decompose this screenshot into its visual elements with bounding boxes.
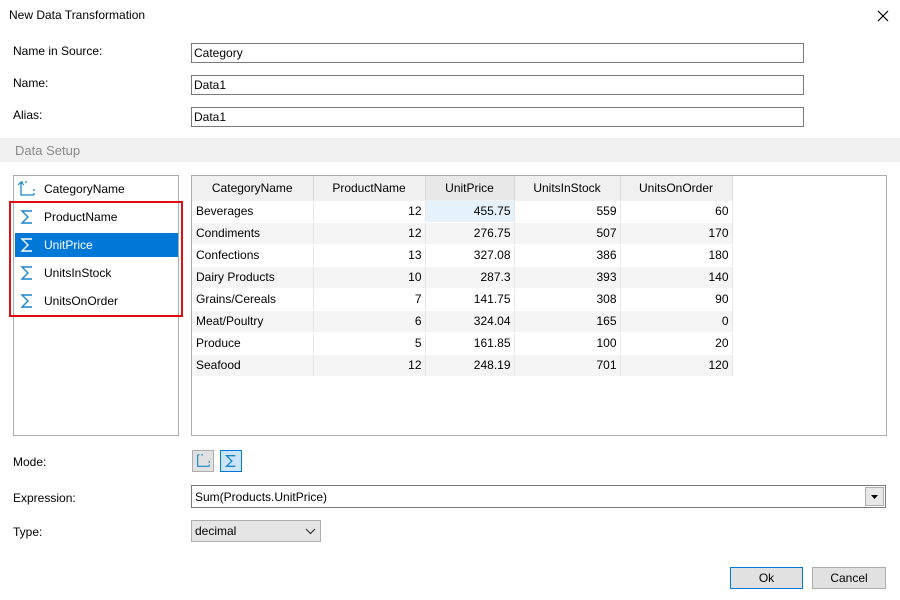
grid-cell[interactable]: 165 xyxy=(514,310,621,333)
grid-cell[interactable]: 20 xyxy=(620,332,733,355)
dimension-icon xyxy=(18,181,35,196)
table-row[interactable]: Produce 5 161.85 100 20 xyxy=(192,332,733,355)
table-row[interactable]: Seafood 12 248.19 701 120 xyxy=(192,354,733,377)
table-row[interactable]: Beverages 12 455.75 559 60 xyxy=(192,200,733,223)
cancel-button[interactable]: Cancel xyxy=(812,567,886,589)
grid-cell[interactable]: Beverages xyxy=(192,200,314,223)
mode-dimension-button[interactable] xyxy=(192,450,214,472)
grid-cell[interactable]: 120 xyxy=(620,354,733,377)
expression-dropdown-button[interactable] xyxy=(865,487,884,506)
type-select[interactable]: decimal xyxy=(191,520,321,542)
grid-header-cell[interactable]: UnitPrice xyxy=(425,176,515,201)
grid-header-cell[interactable]: UnitsInStock xyxy=(514,176,621,201)
grid-cell[interactable]: 701 xyxy=(514,354,621,377)
grid-cell[interactable]: 7 xyxy=(313,288,426,311)
grid-cell[interactable]: 180 xyxy=(620,244,733,267)
highlight-annotation xyxy=(9,201,183,317)
grid-cell[interactable]: Meat/Poultry xyxy=(192,310,314,333)
grid-cell[interactable]: 559 xyxy=(514,200,621,223)
grid-cell[interactable]: 276.75 xyxy=(425,222,515,245)
grid-cell[interactable]: 170 xyxy=(620,222,733,245)
mode-label: Mode: xyxy=(13,455,47,469)
table-row[interactable]: Dairy Products 10 287.3 393 140 xyxy=(192,266,733,289)
name-in-source-label: Name in Source: xyxy=(13,44,103,58)
grid-cell[interactable]: 161.85 xyxy=(425,332,515,355)
dimension-icon xyxy=(197,454,210,467)
grid-cell[interactable]: 386 xyxy=(514,244,621,267)
name-in-source-field[interactable]: Category xyxy=(191,43,804,63)
table-row[interactable]: Meat/Poultry 6 324.04 165 0 xyxy=(192,310,733,333)
data-grid[interactable]: CategoryName ProductName UnitPrice Units… xyxy=(191,175,887,436)
type-value: decimal xyxy=(195,524,237,538)
grid-cell[interactable]: 13 xyxy=(313,244,426,267)
grid-cell[interactable]: 140 xyxy=(620,266,733,289)
chevron-down-icon xyxy=(305,528,316,535)
close-button[interactable] xyxy=(872,5,894,27)
window-title: New Data Transformation xyxy=(9,8,146,22)
grid-cell[interactable]: 393 xyxy=(514,266,621,289)
grid-cell[interactable]: Grains/Cereals xyxy=(192,288,314,311)
grid-cell[interactable]: 507 xyxy=(514,222,621,245)
grid-cell[interactable]: 10 xyxy=(313,266,426,289)
grid-cell[interactable]: 12 xyxy=(313,222,426,245)
expression-combo[interactable]: Sum(Products.UnitPrice) xyxy=(191,485,886,508)
data-setup-title: Data Setup xyxy=(15,143,81,158)
grid-table: CategoryName ProductName UnitPrice Units… xyxy=(192,176,733,377)
grid-cell[interactable]: 141.75 xyxy=(425,288,515,311)
type-label: Type: xyxy=(13,525,43,539)
grid-cell[interactable]: Dairy Products xyxy=(192,266,314,289)
list-item-categoryname[interactable]: CategoryName xyxy=(15,177,178,201)
table-row[interactable]: Condiments 12 276.75 507 170 xyxy=(192,222,733,245)
grid-cell[interactable]: 327.08 xyxy=(425,244,515,267)
grid-cell[interactable]: 0 xyxy=(620,310,733,333)
data-setup-header xyxy=(0,138,900,162)
grid-cell[interactable]: 324.04 xyxy=(425,310,515,333)
grid-header-cell[interactable]: UnitsOnOrder xyxy=(620,176,733,201)
table-row[interactable]: Confections 13 327.08 386 180 xyxy=(192,244,733,267)
grid-cell[interactable]: 287.3 xyxy=(425,266,515,289)
grid-cell[interactable]: 60 xyxy=(620,200,733,223)
alias-field[interactable]: Data1 xyxy=(191,107,804,127)
grid-cell[interactable]: Seafood xyxy=(192,354,314,377)
table-row[interactable]: Grains/Cereals 7 141.75 308 90 xyxy=(192,288,733,311)
mode-summary-button[interactable] xyxy=(220,450,242,472)
grid-cell[interactable]: Produce xyxy=(192,332,314,355)
grid-cell[interactable]: Confections xyxy=(192,244,314,267)
grid-cell[interactable]: 90 xyxy=(620,288,733,311)
close-icon[interactable] xyxy=(872,5,894,27)
grid-header-cell[interactable]: ProductName xyxy=(313,176,426,201)
expression-label: Expression: xyxy=(13,491,76,505)
name-label: Name: xyxy=(13,76,49,90)
grid-cell[interactable]: 248.19 xyxy=(425,354,515,377)
grid-cell[interactable]: 12 xyxy=(313,200,426,223)
grid-cell[interactable]: Condiments xyxy=(192,222,314,245)
grid-header-row: CategoryName ProductName UnitPrice Units… xyxy=(192,176,733,201)
grid-cell[interactable]: 100 xyxy=(514,332,621,355)
grid-cell[interactable]: 308 xyxy=(514,288,621,311)
grid-cell[interactable]: 5 xyxy=(313,332,426,355)
grid-header-cell[interactable]: CategoryName xyxy=(192,176,314,201)
grid-cell[interactable]: 6 xyxy=(313,310,426,333)
list-item-label: CategoryName xyxy=(44,182,125,196)
name-field[interactable]: Data1 xyxy=(191,75,804,95)
sigma-icon xyxy=(224,455,236,467)
grid-cell[interactable]: 12 xyxy=(313,354,426,377)
grid-cell[interactable]: 455.75 xyxy=(425,200,515,223)
expression-input[interactable]: Sum(Products.UnitPrice) xyxy=(195,490,327,504)
caret-down-icon xyxy=(871,494,878,499)
ok-button[interactable]: Ok xyxy=(730,567,803,589)
alias-label: Alias: xyxy=(13,108,43,122)
